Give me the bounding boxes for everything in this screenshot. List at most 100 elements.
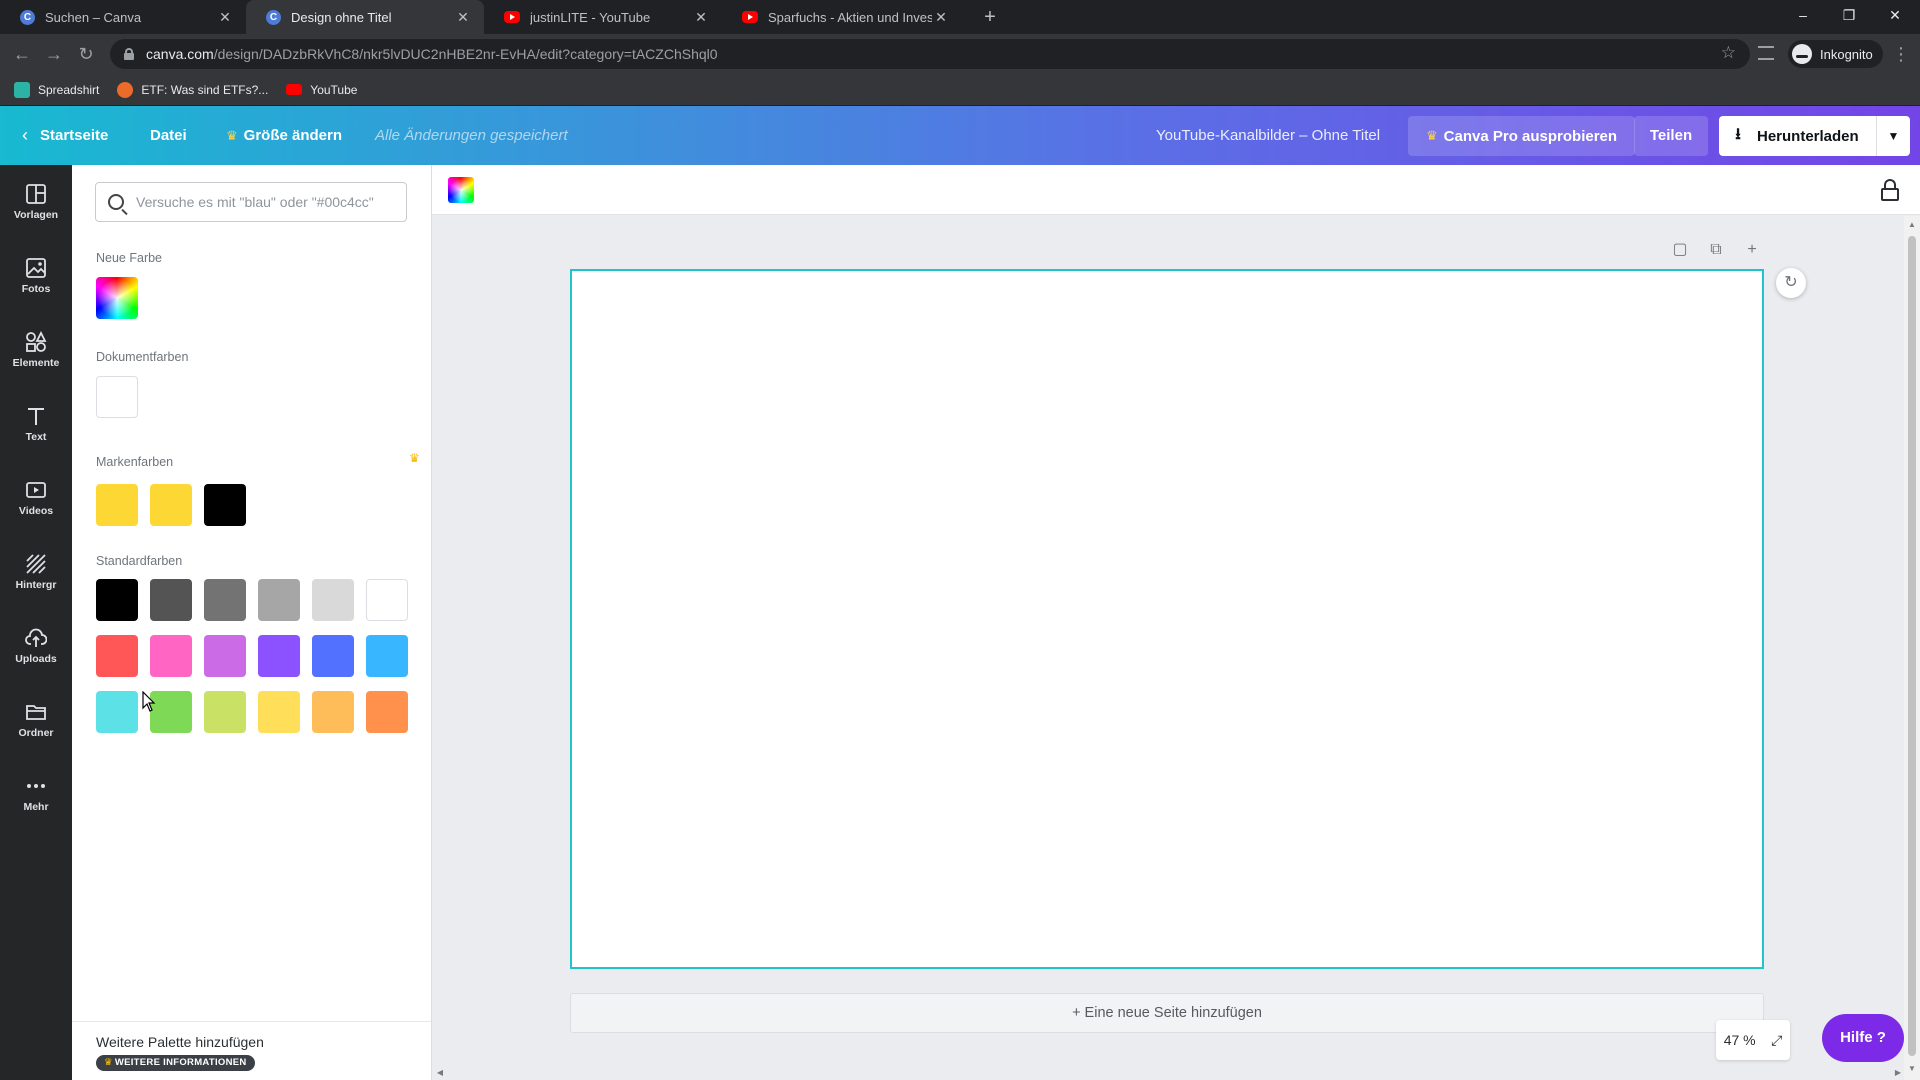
- standard-color-swatch[interactable]: [312, 691, 354, 733]
- reading-list-icon[interactable]: [1758, 46, 1774, 60]
- home-button[interactable]: ‹ Startseite: [22, 106, 108, 165]
- close-icon[interactable]: ✕: [692, 9, 710, 26]
- bookmark-etf[interactable]: ETF: Was sind ETFs?...: [117, 81, 268, 98]
- standard-color-swatch[interactable]: [366, 579, 408, 621]
- photos-icon: [26, 258, 46, 278]
- browser-menu-icon[interactable]: ⋮: [1892, 42, 1910, 66]
- download-button[interactable]: ⭳ Herunterladen ▼: [1719, 116, 1910, 156]
- rail-item-photos[interactable]: Fotos: [0, 239, 72, 313]
- canva-icon: C: [266, 9, 281, 25]
- standard-color-swatch[interactable]: [150, 579, 192, 621]
- browser-tab[interactable]: C Suchen – Canva ✕: [0, 0, 246, 34]
- canva-header: ‹ Startseite Datei ♛ Größe ändern Alle Ä…: [0, 106, 1920, 165]
- resize-button[interactable]: ♛ Größe ändern: [226, 106, 342, 165]
- standard-color-swatch[interactable]: [150, 635, 192, 677]
- document-colors-label: Dokumentfarben: [96, 350, 189, 364]
- design-canvas[interactable]: [570, 269, 1764, 969]
- chevron-down-icon[interactable]: ▼: [1876, 116, 1910, 156]
- rotate-icon[interactable]: ↻: [1776, 268, 1806, 298]
- add-page-icon[interactable]: +: [1742, 240, 1762, 260]
- standard-colors-label: Standardfarben: [96, 554, 183, 568]
- close-icon[interactable]: ✕: [454, 9, 472, 26]
- standard-color-swatch[interactable]: [150, 691, 192, 733]
- zoom-level[interactable]: 47 %: [1724, 1032, 1756, 1048]
- brand-colors-label: Markenfarben: [96, 455, 174, 469]
- page-note-icon[interactable]: ▢: [1670, 240, 1690, 260]
- vertical-scrollbar[interactable]: ▲ ▼: [1904, 216, 1920, 1080]
- standard-color-swatch[interactable]: [204, 635, 246, 677]
- close-icon[interactable]: ✕: [932, 9, 950, 26]
- color-search-input[interactable]: [136, 194, 386, 210]
- brand-color-swatch[interactable]: [96, 484, 138, 526]
- file-menu-button[interactable]: Datei: [150, 106, 187, 165]
- rail-item-elements[interactable]: Elemente: [0, 313, 72, 387]
- scroll-down-icon[interactable]: ▼: [1904, 1062, 1920, 1076]
- bookmark-star-icon[interactable]: ☆: [1721, 43, 1736, 63]
- download-icon: ⭳: [1735, 125, 1741, 143]
- new-tab-button[interactable]: +: [978, 5, 1002, 29]
- tab-title: Design ohne Titel: [291, 9, 392, 25]
- bookmark-youtube[interactable]: YouTube: [286, 83, 357, 97]
- browser-tab-active[interactable]: C Design ohne Titel ✕: [246, 0, 484, 34]
- rail-item-more[interactable]: Mehr: [0, 757, 72, 831]
- standard-color-swatch[interactable]: [312, 635, 354, 677]
- try-pro-label: Canva Pro ausprobieren: [1443, 127, 1618, 145]
- standard-color-swatch[interactable]: [312, 579, 354, 621]
- window-close-icon[interactable]: ✕: [1872, 0, 1918, 30]
- forward-icon[interactable]: →: [42, 42, 66, 66]
- help-button[interactable]: Hilfe ?: [1822, 1014, 1904, 1062]
- standard-color-swatch[interactable]: [258, 635, 300, 677]
- rail-item-uploads[interactable]: Uploads: [0, 609, 72, 683]
- standard-color-swatch[interactable]: [366, 635, 408, 677]
- minimize-icon[interactable]: –: [1780, 0, 1826, 30]
- color-panel: Neue Farbe Dokumentfarben Markenfarben ♛…: [72, 165, 432, 1080]
- back-icon[interactable]: ←: [10, 42, 34, 66]
- share-button[interactable]: Teilen: [1634, 116, 1708, 156]
- brand-color-swatch[interactable]: [150, 484, 192, 526]
- rail-item-text[interactable]: Text: [0, 387, 72, 461]
- zoom-control[interactable]: 47 % ⤢: [1716, 1020, 1790, 1060]
- duplicate-page-icon[interactable]: ⧉: [1706, 240, 1726, 260]
- document-title[interactable]: YouTube-Kanalbilder – Ohne Titel: [1156, 106, 1380, 165]
- brand-color-swatch[interactable]: [204, 484, 246, 526]
- lock-icon: [124, 48, 134, 60]
- more-info-badge[interactable]: ♛ WEITERE INFORMATIONEN: [96, 1055, 255, 1071]
- browser-tab[interactable]: Sparfuchs - Aktien und Investme ✕: [722, 0, 962, 34]
- rail-item-folder[interactable]: Ordner: [0, 683, 72, 757]
- rail-label: Mehr: [23, 801, 49, 813]
- try-pro-button[interactable]: ♛ Canva Pro ausprobieren: [1408, 116, 1636, 156]
- browser-tab-strip: C Suchen – Canva ✕ C Design ohne Titel ✕…: [0, 0, 1920, 34]
- address-bar[interactable]: canva.com/design/DADzbRkVhC8/nkr5lvDUC2n…: [110, 39, 1750, 69]
- lock-icon[interactable]: [1880, 179, 1900, 201]
- rail-item-videos[interactable]: Videos: [0, 461, 72, 535]
- text-color-button[interactable]: [448, 177, 474, 203]
- incognito-profile[interactable]: Inkognito: [1788, 40, 1883, 68]
- fullscreen-icon[interactable]: ⤢: [1771, 1032, 1782, 1049]
- scroll-left-icon[interactable]: ◀: [432, 1066, 448, 1080]
- close-icon[interactable]: ✕: [216, 9, 234, 26]
- more-icon: [27, 784, 45, 788]
- standard-color-swatch[interactable]: [204, 691, 246, 733]
- standard-color-swatch[interactable]: [258, 579, 300, 621]
- standard-color-swatch[interactable]: [96, 691, 138, 733]
- rail-label: Hintergr: [15, 579, 57, 591]
- standard-color-swatch[interactable]: [96, 579, 138, 621]
- rail-label: Uploads: [15, 653, 57, 665]
- rail-item-templates[interactable]: Vorlagen: [0, 165, 72, 239]
- new-color-swatch[interactable]: [96, 277, 138, 319]
- standard-color-swatch[interactable]: [204, 579, 246, 621]
- bookmark-spreadshirt[interactable]: Spreadshirt: [14, 81, 99, 98]
- browser-tab[interactable]: justinLITE - YouTube ✕: [484, 0, 722, 34]
- scroll-up-icon[interactable]: ▲: [1904, 218, 1920, 232]
- standard-color-swatch[interactable]: [366, 691, 408, 733]
- add-page-button[interactable]: + Eine neue Seite hinzufügen: [570, 993, 1764, 1033]
- document-color-swatch[interactable]: [96, 376, 138, 418]
- reload-icon[interactable]: ↻: [74, 42, 98, 66]
- standard-color-swatch[interactable]: [258, 691, 300, 733]
- restore-icon[interactable]: ❐: [1826, 0, 1872, 30]
- scrollbar-thumb[interactable]: [1908, 236, 1916, 1056]
- color-search[interactable]: [95, 182, 407, 222]
- standard-color-swatch[interactable]: [96, 635, 138, 677]
- rail-item-background[interactable]: Hintergr: [0, 535, 72, 609]
- templates-icon: [26, 184, 46, 204]
